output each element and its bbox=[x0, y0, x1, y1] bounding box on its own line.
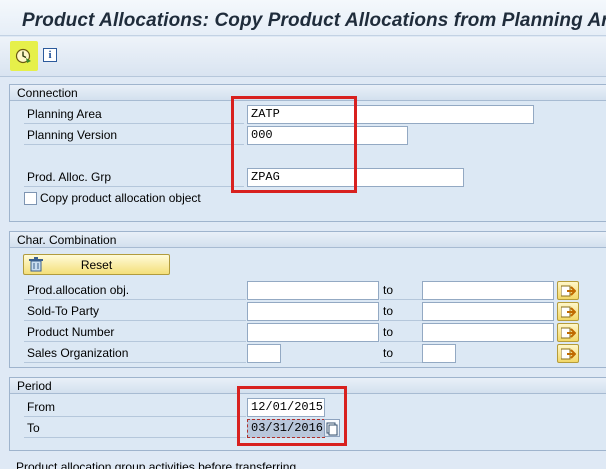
arrow-right-icon bbox=[561, 306, 576, 318]
prod-allocation-obj-to-label: to bbox=[380, 281, 422, 300]
period-to-label: To bbox=[24, 419, 246, 438]
planning-area-label: Planning Area bbox=[24, 105, 244, 124]
title-bar: Product Allocations: Copy Product Alloca… bbox=[0, 0, 606, 36]
product-number-multiple-selection-button[interactable] bbox=[557, 323, 579, 342]
planning-area-input[interactable]: ZATP bbox=[247, 105, 534, 124]
reset-button[interactable]: Reset bbox=[23, 254, 170, 275]
next-group-heading: Product allocation group activities befo… bbox=[16, 460, 297, 469]
reset-label: Reset bbox=[80, 258, 113, 272]
calendar-picker-button[interactable] bbox=[324, 419, 340, 437]
period-from-label: From bbox=[24, 398, 246, 417]
info-icon[interactable]: i bbox=[43, 48, 57, 62]
sales-organization-to-input[interactable] bbox=[422, 344, 456, 363]
next-group-strip: Product allocation group activities befo… bbox=[0, 455, 606, 469]
product-number-from-input[interactable] bbox=[247, 323, 379, 342]
sold-to-party-to-input[interactable] bbox=[422, 302, 554, 321]
sold-to-party-label: Sold-To Party bbox=[24, 302, 246, 321]
char-combination-group: Char. Combination Reset Prod.allocation … bbox=[9, 231, 606, 368]
product-number-to-input[interactable] bbox=[422, 323, 554, 342]
char-combination-heading: Char. Combination bbox=[10, 232, 606, 248]
sold-to-party-multiple-selection-button[interactable] bbox=[557, 302, 579, 321]
sales-organization-to-label: to bbox=[380, 344, 422, 363]
period-to-date-input[interactable]: 03/31/2016 bbox=[247, 419, 325, 438]
arrow-right-icon bbox=[561, 348, 576, 360]
planning-version-input[interactable]: 000 bbox=[247, 126, 408, 145]
period-group: Period From 12/01/2015 To 03/31/2016 bbox=[9, 377, 606, 451]
page-title: Product Allocations: Copy Product Alloca… bbox=[22, 10, 606, 31]
copy-product-allocation-checkbox[interactable] bbox=[24, 192, 37, 205]
arrow-right-icon bbox=[561, 327, 576, 339]
planning-version-label: Planning Version bbox=[24, 126, 244, 145]
execute-button[interactable] bbox=[10, 41, 38, 71]
sold-to-party-to-label: to bbox=[380, 302, 422, 321]
prod-allocation-obj-to-input[interactable] bbox=[422, 281, 554, 300]
sales-organization-multiple-selection-button[interactable] bbox=[557, 344, 579, 363]
application-toolbar: i bbox=[0, 37, 606, 77]
connection-group: Connection Planning Area ZATP Planning V… bbox=[9, 84, 606, 222]
sold-to-party-from-input[interactable] bbox=[247, 302, 379, 321]
copy-product-allocation-label: Copy product allocation object bbox=[40, 191, 201, 205]
product-number-label: Product Number bbox=[24, 323, 246, 342]
prod-allocation-obj-from-input[interactable] bbox=[247, 281, 379, 300]
clock-execute-icon bbox=[15, 48, 31, 64]
prod-allocation-obj-label: Prod.allocation obj. bbox=[24, 281, 246, 300]
sales-organization-from-input[interactable] bbox=[247, 344, 281, 363]
prod-alloc-grp-input[interactable]: ZPAG bbox=[247, 168, 464, 187]
sales-organization-label: Sales Organization bbox=[24, 344, 246, 363]
calendar-icon bbox=[326, 422, 338, 436]
period-from-date-input[interactable]: 12/01/2015 bbox=[247, 398, 325, 417]
connection-heading: Connection bbox=[10, 85, 606, 101]
prod-alloc-grp-label: Prod. Alloc. Grp bbox=[24, 168, 244, 187]
product-number-to-label: to bbox=[380, 323, 422, 342]
prod-allocation-obj-multiple-selection-button[interactable] bbox=[557, 281, 579, 300]
arrow-right-icon bbox=[561, 285, 576, 297]
period-heading: Period bbox=[10, 378, 606, 394]
